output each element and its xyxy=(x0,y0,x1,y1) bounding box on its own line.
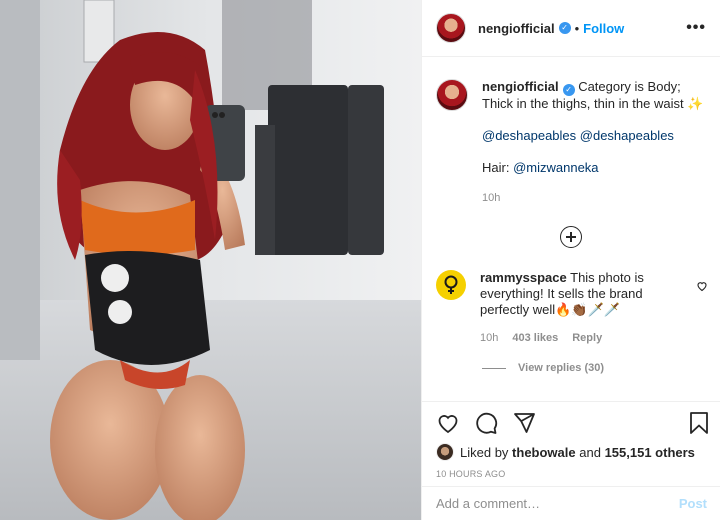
replies-divider xyxy=(482,367,506,369)
hair-mention[interactable]: @mizwanneka xyxy=(513,160,598,175)
post-side-panel: nengiofficial ✓ • Follow ••• nengioffici… xyxy=(421,0,720,520)
post-header: nengiofficial ✓ • Follow ••• xyxy=(422,0,720,57)
liker-avatar[interactable] xyxy=(436,443,454,461)
caption-hair-line: Hair: @mizwanneka xyxy=(482,160,706,176)
comment-body: rammysspace This photo is everything! It… xyxy=(480,270,690,346)
follow-button[interactable]: Follow xyxy=(583,21,624,36)
post-photo[interactable] xyxy=(0,0,421,520)
post-photo-image xyxy=(0,0,421,520)
comment-time: 10h xyxy=(480,332,499,344)
post-actions: Liked by thebowale and 155,151 others 10… xyxy=(422,401,720,479)
share-icon[interactable] xyxy=(512,411,536,435)
commenter-avatar[interactable] xyxy=(436,270,466,300)
heart-icon[interactable] xyxy=(436,411,460,435)
caption: nengiofficial ✓ Category is Body; Thick i… xyxy=(436,79,706,206)
likes-count[interactable]: 155,151 others xyxy=(605,445,695,460)
comment-icon[interactable] xyxy=(474,411,498,435)
likes-prefix: Liked by xyxy=(460,444,509,460)
load-more-comments xyxy=(436,226,706,248)
reply-button[interactable]: Reply xyxy=(572,330,602,346)
caption-body: nengiofficial ✓ Category is Body; Thick i… xyxy=(482,79,706,206)
likes-middle: and xyxy=(579,444,601,460)
more-icon[interactable]: ••• xyxy=(686,19,706,37)
caption-mentions[interactable]: @deshapeables @deshapeables xyxy=(482,128,706,144)
post-timestamp[interactable]: 10 HOURS AGO xyxy=(436,469,711,479)
liker-username[interactable]: thebowale xyxy=(512,445,576,460)
hair-label: Hair: xyxy=(482,160,510,175)
verified-icon: ✓ xyxy=(558,22,571,34)
view-replies-label: View replies (30) xyxy=(518,362,605,374)
likes-summary: Liked by thebowale and 155,151 others xyxy=(436,443,711,461)
comment-input[interactable] xyxy=(436,496,679,511)
view-replies-button[interactable]: View replies (30) xyxy=(482,362,706,374)
comments-section: nengiofficial ✓ Category is Body; Thick i… xyxy=(422,57,720,400)
female-symbol-icon xyxy=(444,275,458,294)
author-username[interactable]: nengiofficial xyxy=(478,21,555,36)
verified-icon: ✓ xyxy=(562,84,575,96)
save-icon[interactable] xyxy=(687,411,711,435)
small-heart-icon[interactable] xyxy=(696,280,708,292)
author-avatar[interactable] xyxy=(436,13,466,43)
comment-item: rammysspace This photo is everything! It… xyxy=(436,270,706,346)
add-comment-bar: Post xyxy=(422,486,720,520)
add-comment-icon[interactable] xyxy=(560,226,582,248)
instagram-post-view: nengiofficial ✓ • Follow ••• nengioffici… xyxy=(0,0,720,520)
post-button[interactable]: Post xyxy=(679,496,707,511)
commenter-username[interactable]: rammysspace xyxy=(480,270,567,285)
comment-meta: 10h 403 likes Reply xyxy=(480,330,690,346)
caption-time: 10h xyxy=(482,192,501,204)
action-icons xyxy=(436,406,711,440)
separator-dot: • xyxy=(574,20,580,36)
caption-username[interactable]: nengiofficial xyxy=(482,79,559,94)
caption-avatar[interactable] xyxy=(436,79,468,111)
comment-likes[interactable]: 403 likes xyxy=(512,330,558,346)
